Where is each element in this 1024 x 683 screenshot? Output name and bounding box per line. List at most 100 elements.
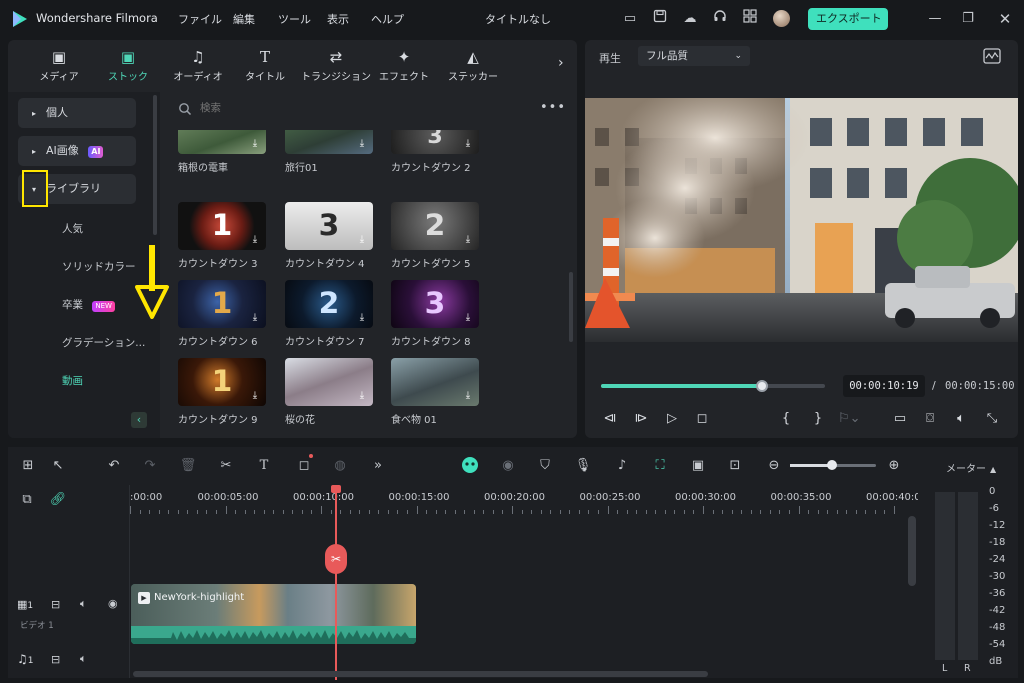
zoom-slider-knob[interactable] — [827, 460, 837, 470]
redo-icon[interactable]: ↷ — [140, 456, 160, 476]
microphone-icon[interactable]: 🎙︎ — [573, 456, 593, 476]
sidebar-sub-popular[interactable]: 人気 — [62, 221, 83, 236]
sidebar-item-ai-image[interactable]: ▸ AI画像 AI — [18, 136, 136, 166]
media-thumbnail[interactable]: 1 ⤓ — [178, 358, 266, 406]
shield-icon[interactable]: ⛉ — [535, 456, 555, 476]
tab-title[interactable]: T タイトル — [237, 47, 293, 89]
media-tile[interactable]: 2 ⤓ カウントダウン 5 — [391, 202, 479, 274]
media-thumbnail[interactable]: 2 ⤓ — [391, 202, 479, 250]
menu-edit[interactable]: 編集 — [233, 11, 255, 27]
zoom-out-icon[interactable]: ⊖ — [764, 456, 784, 476]
media-thumbnail[interactable]: 2 ⤓ — [285, 280, 373, 328]
download-icon[interactable]: ⤓ — [248, 137, 262, 151]
media-thumbnail[interactable]: 1 ⤓ — [178, 280, 266, 328]
zoom-in-icon[interactable]: ⊕ — [884, 456, 904, 476]
fullscreen-icon[interactable]: ⤡ — [982, 411, 1002, 426]
restore-icon[interactable]: ❐ — [958, 9, 978, 29]
download-icon[interactable]: ⤓ — [355, 389, 369, 403]
mark-out-icon[interactable]: } — [808, 411, 828, 426]
undo-icon[interactable]: ↶ — [104, 456, 124, 476]
media-thumbnail[interactable]: 3 ⤓ — [391, 130, 479, 154]
sidebar-sub-graduation[interactable]: 卒業 NEW — [62, 297, 115, 312]
save-icon[interactable] — [650, 9, 670, 29]
media-tile[interactable]: 1 ⤓ カウントダウン 9 — [178, 358, 266, 430]
track-settings-icon[interactable]: ▣ — [688, 456, 708, 476]
media-thumbnail[interactable]: 3 ⤓ — [391, 280, 479, 328]
media-tile[interactable]: ⤓ 旅行01 — [285, 130, 373, 178]
playhead-handle[interactable] — [331, 485, 341, 493]
collapse-sidebar-button[interactable]: ‹ — [131, 412, 147, 428]
color-palette-icon[interactable]: ◍ — [330, 456, 350, 476]
media-thumbnail[interactable]: ⤓ — [285, 358, 373, 406]
cloud-upload-icon[interactable]: ☁ — [680, 9, 700, 29]
split-scissors-icon[interactable]: ✂ — [216, 456, 236, 476]
tab-transition[interactable]: ⇄ トランジション — [300, 47, 372, 89]
tab-effect[interactable]: ✦ エフェクト — [376, 47, 432, 89]
track-visibility-icon[interactable]: ◉ — [108, 597, 118, 610]
download-icon[interactable]: ⤓ — [355, 311, 369, 325]
media-thumbnail[interactable]: ⤓ — [285, 130, 373, 154]
media-thumbnail[interactable]: ⤓ — [391, 358, 479, 406]
menu-file[interactable]: ファイル — [178, 11, 222, 27]
media-tile[interactable]: 3 ⤓ カウントダウン 2 — [391, 130, 479, 178]
quality-select[interactable]: フル品質 ⌄ — [638, 46, 750, 66]
auto-reframe-icon[interactable]: ◉ — [498, 456, 518, 476]
sidebar-sub-gradation[interactable]: グラデーション... — [62, 335, 145, 350]
video-clip[interactable]: ▶ NewYork-highlight — [131, 584, 416, 644]
menu-view[interactable]: 表示 — [327, 11, 349, 27]
apps-grid-icon[interactable] — [740, 9, 760, 29]
tab-audio[interactable]: ♫ オーディオ — [170, 47, 226, 89]
media-tile[interactable]: 2 ⤓ カウントダウン 7 — [285, 280, 373, 352]
tab-sticker[interactable]: ◭ ステッカー — [445, 47, 501, 89]
export-button[interactable]: エクスポート ⌄ — [808, 8, 888, 47]
download-icon[interactable]: ⤓ — [355, 137, 369, 151]
select-tool-icon[interactable]: ↖ — [48, 456, 68, 476]
fit-icon[interactable]: ⊡ — [725, 456, 745, 476]
sidebar-scrollbar[interactable] — [153, 95, 157, 235]
download-icon[interactable]: ⤓ — [461, 389, 475, 403]
ai-assistant-icon[interactable] — [460, 456, 480, 476]
waveform-scope-icon[interactable] — [983, 48, 1001, 64]
snap-icon[interactable]: ⛶ — [650, 456, 670, 476]
mark-in-icon[interactable]: { — [776, 411, 796, 426]
layout-grid-icon[interactable]: ⊞ — [18, 456, 38, 476]
search-input[interactable] — [200, 99, 500, 117]
music-note-icon[interactable]: ♪ — [612, 456, 632, 476]
headset-icon[interactable] — [710, 9, 730, 29]
close-icon[interactable]: ✕ — [995, 9, 1015, 29]
link-icon[interactable]: 🔗︎ — [48, 490, 68, 510]
download-icon[interactable]: ⤓ — [248, 311, 262, 325]
media-tile[interactable]: 3 ⤓ カウントダウン 8 — [391, 280, 479, 352]
play-icon[interactable]: ▷ — [662, 411, 682, 426]
audio-track-mute-icon[interactable]: 🔈︎ — [80, 652, 87, 666]
layout-icon[interactable]: ▭ — [620, 9, 640, 29]
download-icon[interactable]: ⤓ — [461, 311, 475, 325]
media-tile[interactable]: ⤓ 箱根の電車 — [178, 130, 266, 178]
timeline-hscroll[interactable] — [133, 671, 708, 677]
stop-icon[interactable]: ◻ — [692, 411, 712, 426]
media-thumbnail[interactable]: ⤓ — [178, 130, 266, 154]
audio-track-lock-icon[interactable]: ⊟ — [51, 653, 60, 666]
track-lock-icon[interactable]: ⊟ — [51, 598, 60, 611]
marker-icon[interactable]: ⚐⌄ — [838, 411, 861, 426]
sidebar-sub-video[interactable]: 動画 — [62, 373, 83, 388]
sidebar-item-personal[interactable]: ▸ 個人 — [18, 98, 136, 128]
delete-icon[interactable]: 🗑︎ — [178, 456, 198, 476]
tab-stock[interactable]: ▣ ストック — [100, 47, 156, 89]
timeline-vscroll[interactable] — [908, 516, 916, 586]
grid-scrollbar[interactable] — [569, 272, 573, 342]
more-tools-icon[interactable]: » — [368, 456, 388, 476]
media-tile[interactable]: 1 ⤓ カウントダウン 6 — [178, 280, 266, 352]
media-tile[interactable]: 1 ⤓ カウントダウン 3 — [178, 202, 266, 274]
user-avatar[interactable] — [773, 10, 790, 27]
prev-frame-icon[interactable]: ⧏ — [600, 411, 620, 426]
meter-toggle[interactable]: メーター ▲ — [946, 460, 996, 475]
volume-icon[interactable]: 🔈︎ — [951, 411, 971, 426]
menu-tools[interactable]: ツール — [278, 11, 311, 27]
crop-icon[interactable]: ◻ — [294, 456, 314, 476]
playback-progress[interactable] — [601, 380, 825, 392]
sidebar-sub-solid-color[interactable]: ソリッドカラー — [62, 259, 136, 274]
text-tool-icon[interactable]: T — [254, 456, 274, 476]
minimize-icon[interactable]: — — [925, 9, 945, 29]
media-tile[interactable]: ⤓ 食べ物 01 — [391, 358, 479, 430]
